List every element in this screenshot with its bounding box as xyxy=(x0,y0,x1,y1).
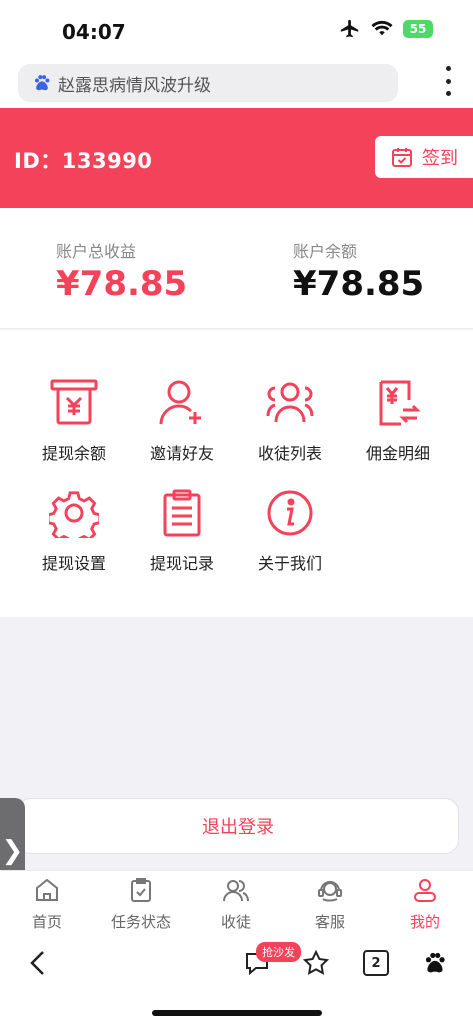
wifi-icon xyxy=(371,20,393,36)
baidu-home-button[interactable] xyxy=(421,948,449,978)
back-button[interactable] xyxy=(26,948,50,978)
url-bar[interactable]: 赵露思病情风波升级 xyxy=(18,64,398,102)
battery-indicator: 55 xyxy=(403,20,433,38)
grid-item-withdraw-settings[interactable]: 提现设置 xyxy=(24,488,124,574)
grid-item-invite-friends[interactable]: 邀请好友 xyxy=(132,378,232,464)
home-indicator xyxy=(152,1010,322,1016)
tab-label: 首页 xyxy=(31,913,62,931)
dot-icon xyxy=(445,66,451,71)
account-balance-value: ¥78.85 xyxy=(293,264,425,304)
logout-button[interactable]: 退出登录 xyxy=(17,798,459,854)
profile-icon xyxy=(414,879,436,902)
signin-button[interactable]: 签到 xyxy=(375,136,473,178)
grid-item-withdraw-balance[interactable]: 提现余额 xyxy=(24,378,124,464)
function-grid: 提现余额 邀请好友 收徒列表 佣金明细 提现设置 提现记录 关于我们 xyxy=(0,330,473,617)
grid-label: 提现设置 xyxy=(41,554,106,573)
favorite-button[interactable] xyxy=(302,948,330,978)
add-user-icon xyxy=(159,380,201,425)
baidu-paw-icon xyxy=(35,75,50,91)
status-bar: 04:07 55 xyxy=(0,0,473,58)
grid-item-commission-details[interactable]: 佣金明细 xyxy=(348,378,448,464)
account-balance-label: 账户余额 xyxy=(293,242,358,261)
group-icon xyxy=(266,382,314,423)
tab-home[interactable]: 首页 xyxy=(0,877,94,932)
browser-address-bar: 赵露思病情风波升级 xyxy=(0,58,473,108)
dot-icon xyxy=(445,78,451,84)
id-banner: ID：133990 签到 xyxy=(0,108,473,208)
grid-label: 关于我们 xyxy=(257,554,322,573)
users-icon xyxy=(223,880,249,902)
comment-badge: 抢沙发 xyxy=(256,942,301,962)
logout-label: 退出登录 xyxy=(202,817,274,838)
grid-label: 提现记录 xyxy=(149,554,214,573)
tab-task-status[interactable]: 任务状态 xyxy=(94,877,188,932)
grid-label: 提现余额 xyxy=(41,444,106,463)
task-icon xyxy=(131,878,151,902)
home-icon xyxy=(36,878,58,901)
user-id: ID：133990 xyxy=(14,149,153,173)
star-icon xyxy=(303,950,329,975)
info-icon xyxy=(267,490,313,536)
url-text: 赵露思病情风波升级 xyxy=(58,75,211,96)
total-earnings-value: ¥78.85 xyxy=(56,264,188,304)
signin-label: 签到 xyxy=(422,148,458,169)
total-earnings-label: 账户总收益 xyxy=(56,242,137,261)
grid-item-about-us[interactable]: 关于我们 xyxy=(240,488,340,574)
grid-item-apprentice-list[interactable]: 收徒列表 xyxy=(240,378,340,464)
tab-apprentice[interactable]: 收徒 xyxy=(189,877,283,932)
airplane-icon xyxy=(340,19,359,38)
clipboard-icon xyxy=(163,489,201,537)
bottom-tab-bar: 首页 任务状态 收徒 客服 我的 xyxy=(0,870,473,935)
chevron-right-icon: ❯ xyxy=(1,836,24,866)
baidu-paw-icon xyxy=(425,952,445,973)
tabs-switcher-button[interactable]: 2 xyxy=(363,948,389,978)
tab-label: 任务状态 xyxy=(110,913,171,931)
grid-label: 收徒列表 xyxy=(257,444,322,463)
balance-card: 账户总收益 ¥78.85 账户余额 ¥78.85 xyxy=(0,208,473,329)
grid-label: 佣金明细 xyxy=(365,444,430,463)
grid-item-withdraw-records[interactable]: 提现记录 xyxy=(132,488,232,574)
commission-icon xyxy=(379,380,421,426)
gear-icon xyxy=(46,491,102,547)
tab-label: 我的 xyxy=(409,913,440,931)
dot-icon xyxy=(445,91,451,96)
account-balance: 账户余额 ¥78.85 xyxy=(293,238,424,304)
grid-label: 邀请好友 xyxy=(149,444,214,463)
tab-label: 客服 xyxy=(314,913,345,931)
more-menu-button[interactable] xyxy=(441,66,455,96)
tab-count: 2 xyxy=(363,950,389,976)
headset-icon xyxy=(318,881,342,902)
tab-customer-service[interactable]: 客服 xyxy=(283,877,377,932)
status-icons: 55 xyxy=(339,18,433,40)
atm-withdraw-icon xyxy=(50,379,98,425)
chevron-left-icon xyxy=(30,951,44,975)
calendar-check-icon xyxy=(392,148,412,167)
status-time: 04:07 xyxy=(62,20,126,44)
tab-label: 收徒 xyxy=(220,913,251,931)
tab-mine[interactable]: 我的 xyxy=(378,877,472,932)
total-earnings: 账户总收益 ¥78.85 xyxy=(56,238,187,304)
